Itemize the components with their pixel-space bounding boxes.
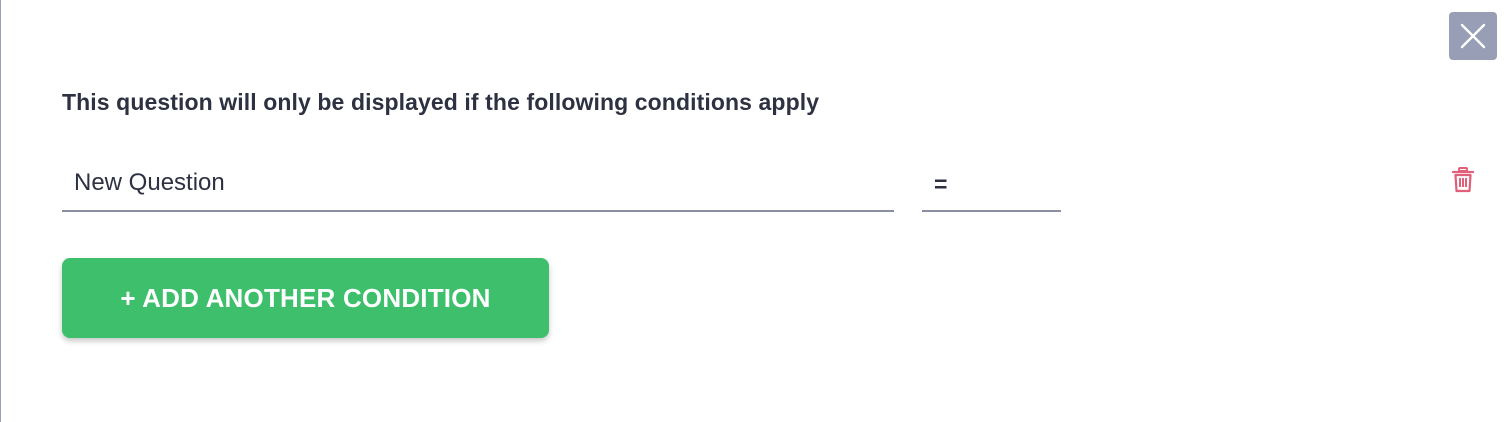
close-button[interactable] — [1449, 12, 1497, 60]
operator-select-value: = — [934, 171, 948, 197]
operator-select[interactable]: = — [922, 160, 1061, 212]
condition-dialog: This question will only be displayed if … — [0, 0, 1508, 422]
delete-condition-button[interactable] — [1449, 165, 1477, 195]
question-select[interactable]: New Question — [62, 160, 894, 212]
condition-row: New Question = — [62, 160, 1482, 216]
trash-icon — [1452, 167, 1474, 193]
add-condition-button[interactable]: + ADD ANOTHER CONDITION — [62, 258, 549, 338]
dialog-heading: This question will only be displayed if … — [62, 89, 820, 115]
close-icon — [1460, 23, 1486, 49]
add-condition-label: + ADD ANOTHER CONDITION — [120, 282, 491, 313]
question-select-value: New Question — [74, 169, 225, 196]
